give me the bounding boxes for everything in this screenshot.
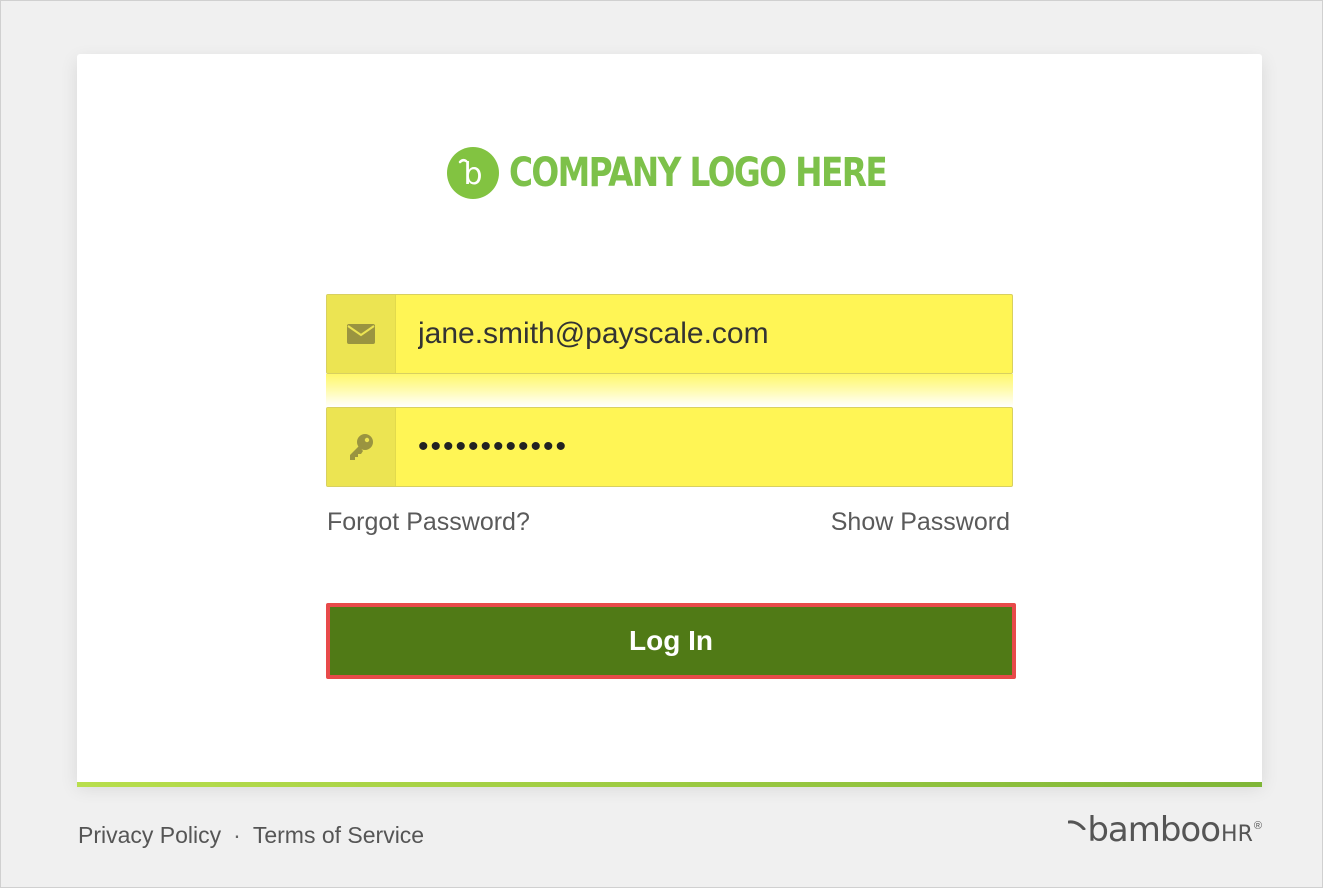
bamboohr-registered: ® [1253, 820, 1262, 832]
autofill-highlight [326, 374, 1013, 407]
bamboohr-word: bamboo [1087, 810, 1221, 850]
email-addon [327, 295, 396, 373]
password-input[interactable] [396, 408, 1012, 486]
password-addon [327, 408, 396, 486]
show-password-link[interactable]: Show Password [831, 508, 1010, 537]
envelope-icon [347, 324, 375, 344]
login-button[interactable]: Log In [326, 603, 1016, 679]
bamboohr-logo: bamboo HR ® [1068, 810, 1262, 850]
key-icon [350, 434, 373, 460]
logo-mark-letter: b [463, 157, 482, 192]
card-accent-bar [77, 782, 1262, 787]
footer-links: Privacy Policy · Terms of Service [78, 822, 424, 849]
footer-separator: · [233, 822, 241, 848]
password-field[interactable] [326, 407, 1013, 487]
email-field[interactable] [326, 294, 1013, 374]
terms-of-service-link[interactable]: Terms of Service [253, 822, 424, 849]
logo-text: COMPANY LOGO HERE [509, 150, 888, 196]
email-input[interactable] [396, 295, 1012, 373]
privacy-policy-link[interactable]: Privacy Policy [78, 822, 221, 849]
forgot-password-link[interactable]: Forgot Password? [327, 508, 530, 537]
company-logo: b COMPANY LOGO HERE [447, 145, 969, 201]
bamboo-leaf-icon [1068, 820, 1086, 830]
bamboo-logo-icon: b [447, 147, 499, 199]
login-button-label: Log In [629, 625, 713, 656]
bamboohr-suffix: HR [1221, 822, 1253, 847]
